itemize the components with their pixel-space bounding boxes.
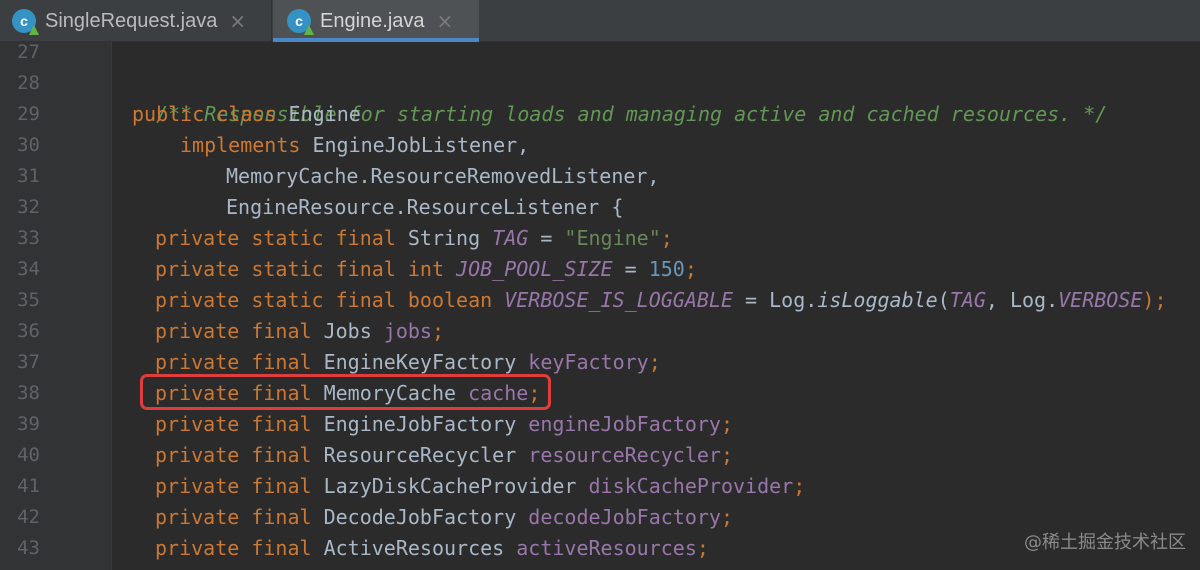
semicolon: ; [660, 226, 673, 250]
code-line-29[interactable]: public class Engine [132, 99, 361, 130]
java-class-icon: c [287, 9, 311, 33]
keyword: private final [155, 412, 312, 436]
line-number: 32 [17, 196, 40, 218]
tab-label: SingleRequest.java [45, 9, 218, 32]
code-line-36[interactable]: private final Jobs jobs; [155, 316, 444, 347]
java-class-icon: c [12, 9, 36, 33]
semicolon: ; [684, 257, 697, 281]
semicolon: ; [696, 536, 709, 560]
type-name: LazyDiskCacheProvider [311, 474, 589, 498]
operator: = Log. [732, 288, 818, 312]
type-name: EngineJobFactory [311, 412, 529, 436]
line-number: 27 [17, 41, 40, 63]
line-number: 41 [17, 475, 40, 497]
string-literal: "Engine" [564, 226, 661, 250]
line-number: 33 [17, 227, 40, 249]
line-number: 35 [17, 289, 40, 311]
keyword: private final [155, 536, 312, 560]
operator: = [612, 257, 649, 281]
type-name: String [395, 226, 493, 250]
close-icon[interactable]: × [437, 9, 454, 33]
line-number: 31 [17, 165, 40, 187]
keyword: private final [155, 474, 312, 498]
keyword: private final [155, 443, 312, 467]
keyword: private static final boolean [155, 288, 493, 312]
semicolon: ; [648, 350, 661, 374]
line-number: 37 [17, 351, 40, 373]
line-number: 40 [17, 444, 40, 466]
close-icon[interactable]: × [229, 9, 246, 33]
line-number: 43 [17, 537, 40, 559]
field-name: activeResources [516, 536, 697, 560]
interface-name: EngineResource.ResourceListener { [226, 195, 624, 219]
code-line-42[interactable]: private final DecodeJobFactory decodeJob… [155, 502, 733, 533]
semicolon: ); [1142, 288, 1167, 312]
keyword: private final [155, 319, 312, 343]
watermark: @稀土掘金技术社区 [1024, 532, 1186, 553]
semicolon: ; [720, 412, 733, 436]
class-name: Engine [276, 102, 361, 126]
semicolon: ; [720, 505, 733, 529]
field-name: diskCacheProvider [588, 474, 794, 498]
line-number: 38 [17, 382, 40, 404]
field-name: VERBOSE_IS_LOGGABLE [504, 288, 733, 312]
highlight-annotation-box [140, 374, 551, 410]
keyword: private final [155, 505, 312, 529]
editor-tab-bar: c SingleRequest.java × c Engine.java × [0, 0, 1200, 42]
code-line-43[interactable]: private final ActiveResources activeReso… [155, 533, 709, 564]
line-number: 34 [17, 258, 40, 280]
keyword: private final [155, 350, 312, 374]
argument: VERBOSE [1058, 288, 1143, 312]
type-name: EngineKeyFactory [311, 350, 529, 374]
interface-name: EngineJobListener, [300, 133, 530, 157]
line-number: 30 [17, 134, 40, 156]
argument: TAG [949, 288, 986, 312]
separator: , Log. [985, 288, 1059, 312]
code-line-33[interactable]: private static final String TAG = "Engin… [155, 223, 673, 254]
line-number: 42 [17, 506, 40, 528]
tab-label: Engine.java [320, 9, 425, 32]
semicolon: ; [793, 474, 806, 498]
field-name: decodeJobFactory [528, 505, 721, 529]
code-line-40[interactable]: private final ResourceRecycler resourceR… [155, 440, 733, 471]
type-name: ResourceRecycler [311, 443, 529, 467]
field-name: TAG [492, 226, 529, 250]
code-line-34[interactable]: private static final int JOB_POOL_SIZE =… [155, 254, 697, 285]
code-line-30[interactable]: implements EngineJobListener, [180, 130, 529, 161]
field-name: JOB_POOL_SIZE [456, 257, 613, 281]
field-name: engineJobFactory [528, 412, 721, 436]
number-literal: 150 [648, 257, 685, 281]
paren: ( [937, 288, 950, 312]
tab-single-request[interactable]: c SingleRequest.java × [0, 0, 272, 42]
code-line-32[interactable]: EngineResource.ResourceListener { [226, 192, 623, 223]
type-name: DecodeJobFactory [311, 505, 529, 529]
code-line-39[interactable]: private final EngineJobFactory engineJob… [155, 409, 733, 440]
code-line-31[interactable]: MemoryCache.ResourceRemovedListener, [226, 161, 659, 192]
line-number: 29 [17, 103, 40, 125]
field-name: jobs [383, 319, 432, 343]
line-number: 36 [17, 320, 40, 342]
field-name: resourceRecycler [528, 443, 721, 467]
line-number: 39 [17, 413, 40, 435]
code-line-41[interactable]: private final LazyDiskCacheProvider disk… [155, 471, 805, 502]
semicolon: ; [720, 443, 733, 467]
keyword: public class [132, 102, 277, 126]
type-name: Jobs [311, 319, 384, 343]
semicolon: ; [431, 319, 445, 343]
code-line-35[interactable]: private static final boolean VERBOSE_IS_… [155, 285, 1167, 316]
method-call: isLoggable [817, 288, 938, 312]
tab-engine[interactable]: c Engine.java × [273, 0, 479, 42]
line-number-gutter: 27 28 29 30 31 32 33 34 35 36 37 38 39 4… [0, 41, 112, 570]
type-name: ActiveResources [311, 536, 517, 560]
interface-name: MemoryCache.ResourceRemovedListener, [226, 164, 660, 188]
keyword: implements [180, 133, 301, 157]
line-number: 28 [17, 72, 40, 94]
keyword: private static final int [155, 257, 444, 281]
operator: = [528, 226, 565, 250]
field-name: keyFactory [528, 350, 649, 374]
keyword: private static final [155, 226, 396, 250]
